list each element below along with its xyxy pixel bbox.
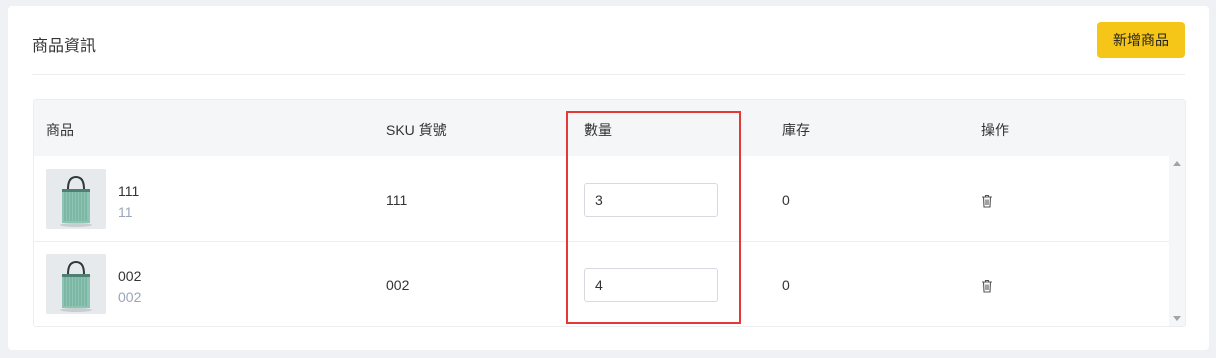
product-image <box>46 169 106 229</box>
column-header-sku: SKU 貨號 <box>386 122 447 138</box>
stock-value: 0 <box>782 277 790 293</box>
product-info-card: 商品資訊 新增商品 商品 SKU 貨號 數量 庫存 操作 111 11 111 … <box>8 6 1209 350</box>
product-name: 111 <box>118 183 140 199</box>
product-image <box>46 254 106 314</box>
trash-icon[interactable] <box>981 194 993 208</box>
table-row: 111 11 111 0 <box>34 157 1169 242</box>
column-header-stock: 庫存 <box>782 122 810 138</box>
card-title: 商品資訊 <box>32 38 97 55</box>
product-variant: 11 <box>118 204 133 220</box>
quantity-input[interactable] <box>584 268 718 302</box>
table-scrollbar[interactable] <box>1169 156 1185 326</box>
scroll-down-arrow-icon[interactable] <box>1173 316 1181 321</box>
trash-icon[interactable] <box>981 279 993 293</box>
product-variant: 002 <box>118 289 142 305</box>
column-header-product: 商品 <box>46 122 74 138</box>
stock-value: 0 <box>782 192 790 208</box>
quantity-input[interactable] <box>584 183 718 217</box>
divider <box>32 74 1185 75</box>
sku-value: 111 <box>386 192 408 208</box>
column-header-actions: 操作 <box>981 122 1009 138</box>
product-name: 002 <box>118 268 142 284</box>
table-row: 002 002 002 0 <box>34 242 1169 326</box>
column-header-quantity: 數量 <box>584 122 612 138</box>
add-product-button[interactable]: 新增商品 <box>1097 22 1185 58</box>
table-header: 商品 SKU 貨號 數量 庫存 操作 <box>34 100 1185 156</box>
scroll-up-arrow-icon[interactable] <box>1173 161 1181 166</box>
product-table: 商品 SKU 貨號 數量 庫存 操作 111 11 111 0 <box>33 99 1186 327</box>
sku-value: 002 <box>386 277 410 293</box>
